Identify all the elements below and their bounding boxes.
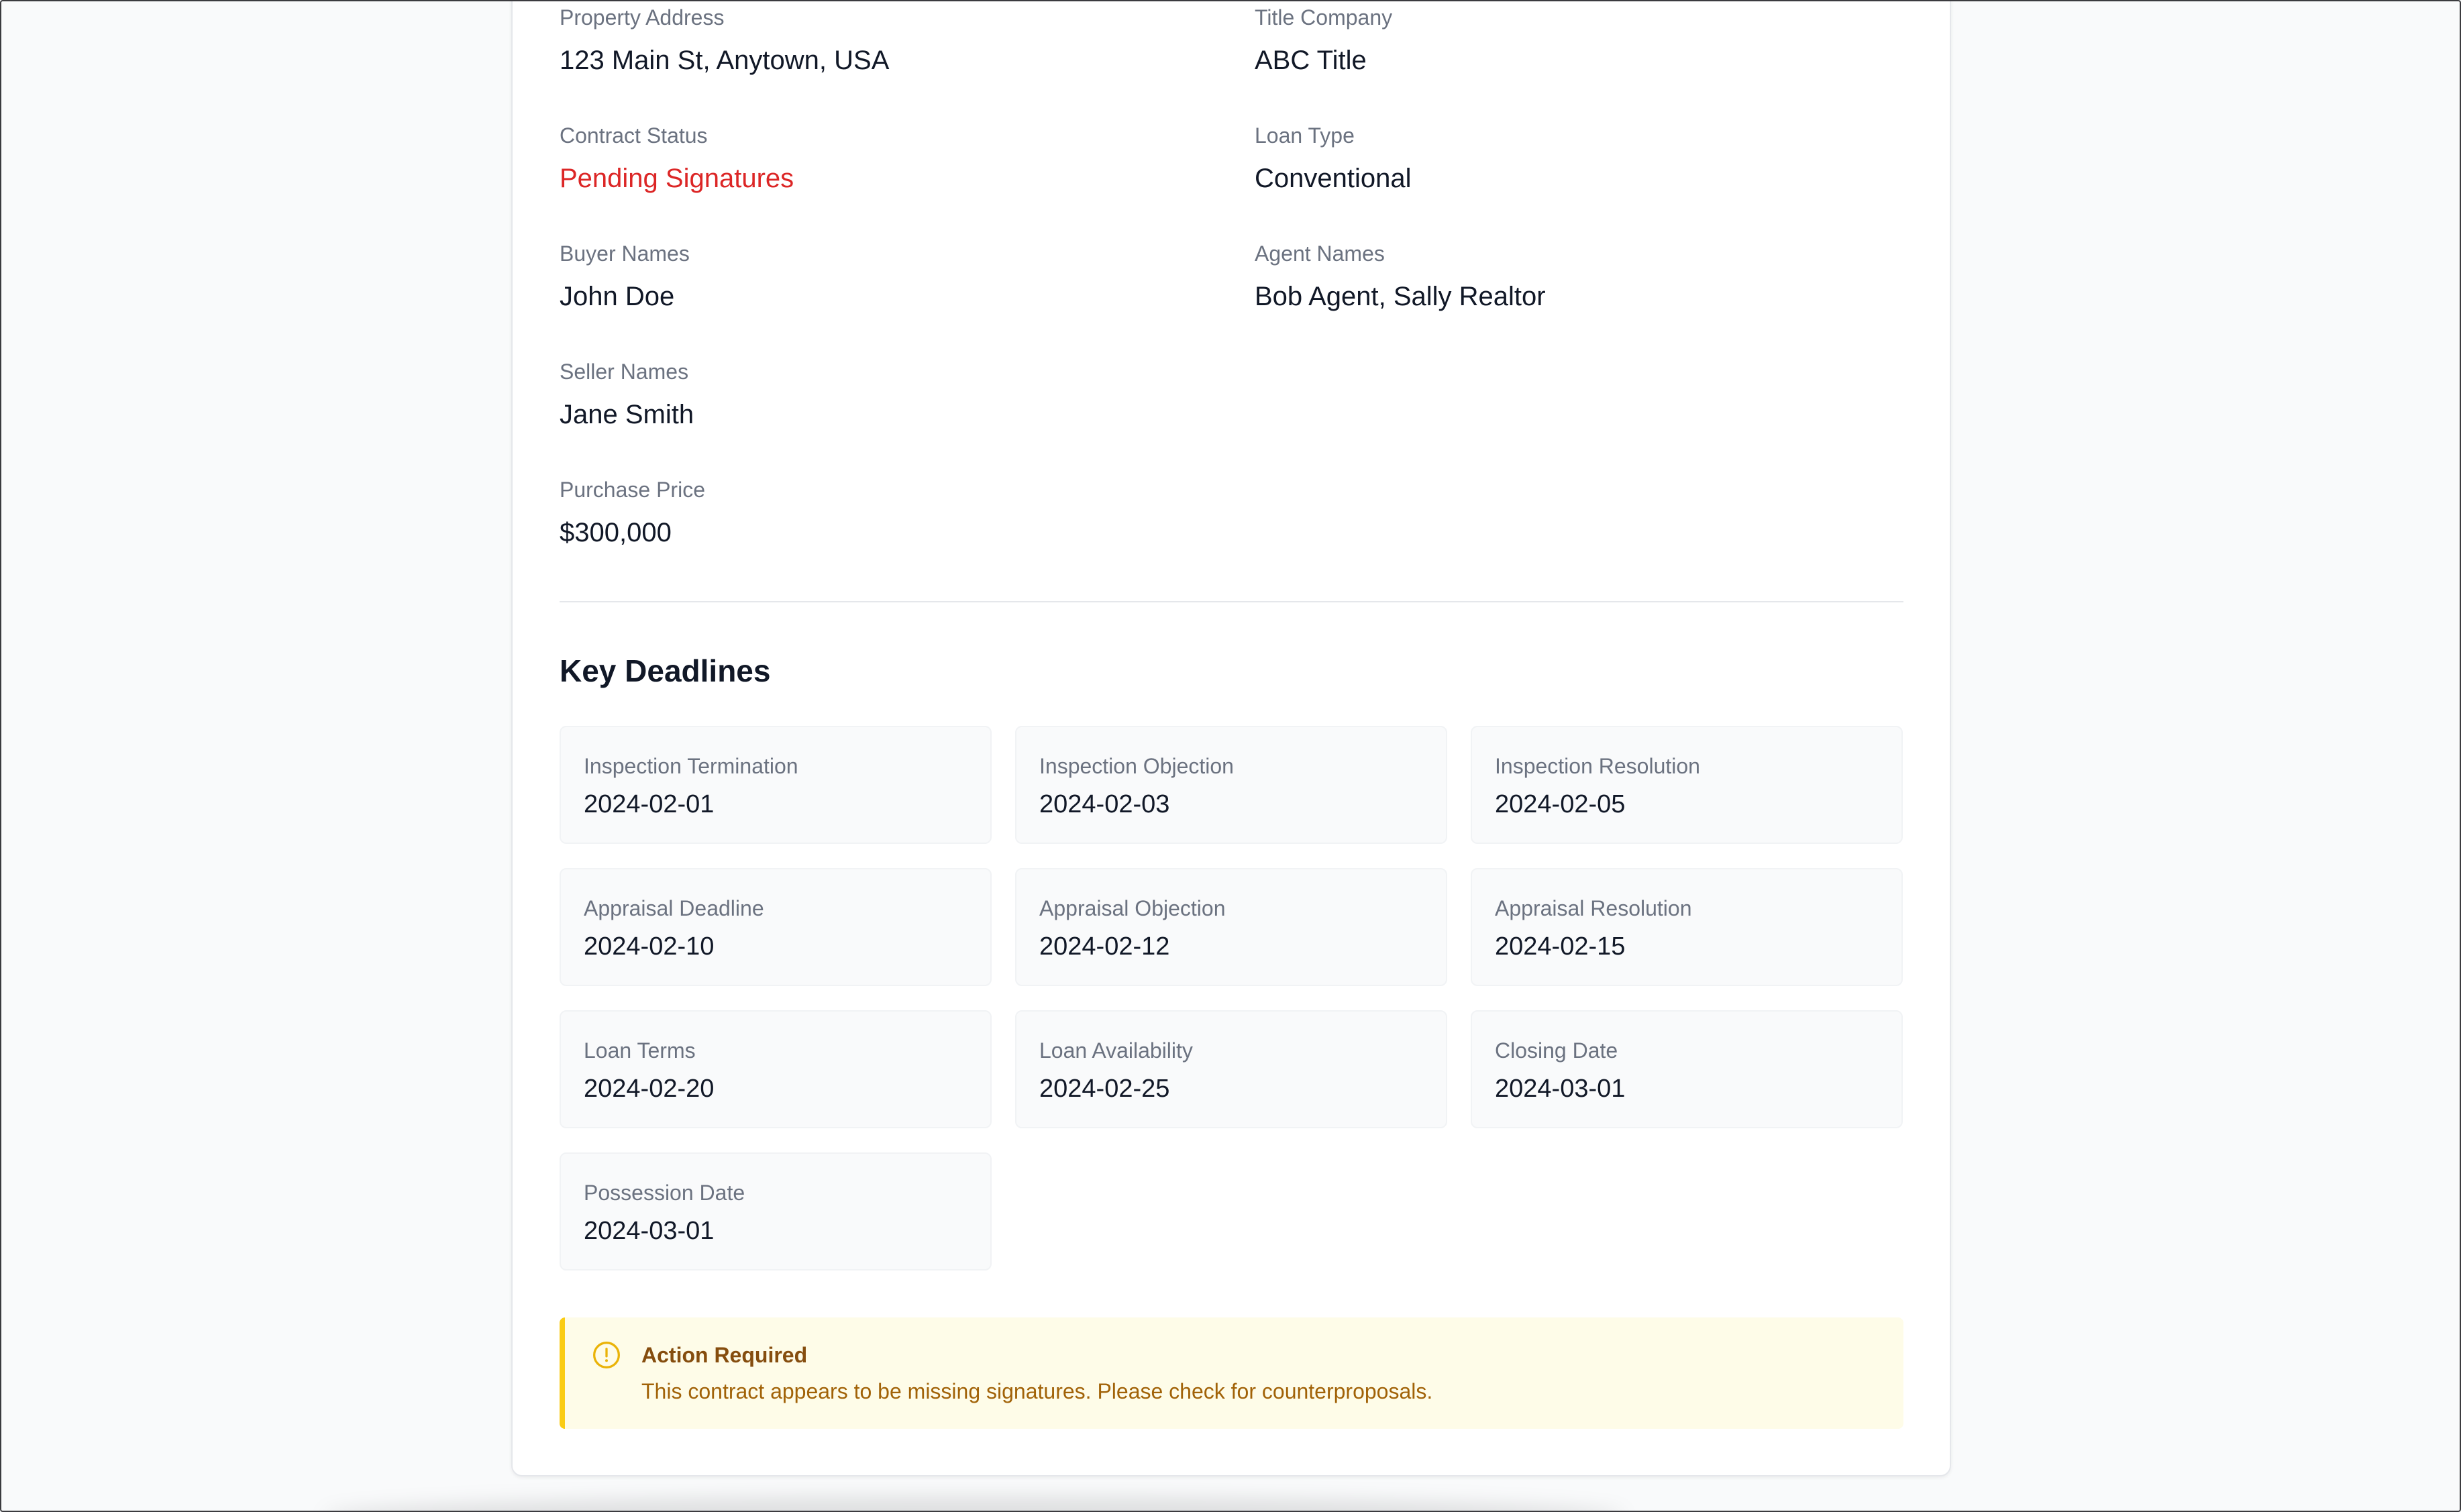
property-address-field: Property Address 123 Main St, Anytown, U… [560, 4, 1230, 76]
contract-status-label: Contract Status [560, 123, 708, 148]
deadline-label: Loan Availability [1039, 1038, 1193, 1063]
deadline-label: Loan Terms [584, 1038, 696, 1063]
buyer-names-field: Buyer Names John Doe [560, 240, 1230, 313]
deadline-date: 2024-02-20 [584, 1075, 715, 1103]
loan-type-field: Loan Type Conventional [1255, 122, 1926, 195]
purchase-price-field: Purchase Price $300,000 [560, 476, 1230, 549]
agent-names-field: Agent Names Bob Agent, Sally Realtor [1255, 240, 1926, 313]
deadline-card-inspection-resolution: Inspection Resolution 2024-02-05 [1471, 726, 1903, 844]
agent-names-value: Bob Agent, Sally Realtor [1255, 282, 1546, 311]
deadline-label: Possession Date [584, 1181, 745, 1205]
deadline-card-inspection-objection: Inspection Objection 2024-02-03 [1015, 726, 1447, 844]
deadline-date: 2024-02-15 [1495, 932, 1626, 961]
buyer-names-value: John Doe [560, 282, 675, 311]
deadline-label: Inspection Termination [584, 754, 798, 778]
deadline-date: 2024-02-05 [1495, 790, 1626, 818]
deadline-label: Appraisal Objection [1039, 896, 1226, 920]
deadline-card-possession-date: Possession Date 2024-03-01 [560, 1152, 992, 1271]
deadline-label: Closing Date [1495, 1038, 1618, 1063]
alert-message: This contract appears to be missing sign… [641, 1379, 1433, 1403]
deadline-card-inspection-termination: Inspection Termination 2024-02-01 [560, 726, 992, 844]
deadline-date: 2024-03-01 [1495, 1075, 1626, 1103]
deadline-label: Appraisal Resolution [1495, 896, 1692, 920]
property-address-label: Property Address [560, 5, 725, 30]
deadline-date: 2024-02-12 [1039, 932, 1170, 961]
overlay-shadow [323, 1496, 1625, 1511]
agent-names-label: Agent Names [1255, 241, 1385, 266]
deadline-label: Appraisal Deadline [584, 896, 764, 920]
title-company-value: ABC Title [1255, 46, 1367, 75]
title-company-field: Title Company ABC Title [1255, 4, 1926, 76]
deadline-card-appraisal-resolution: Appraisal Resolution 2024-02-15 [1471, 868, 1903, 986]
deadline-date: 2024-02-03 [1039, 790, 1170, 818]
seller-names-field: Seller Names Jane Smith [560, 358, 1230, 431]
deadline-date: 2024-02-25 [1039, 1075, 1170, 1103]
deadline-card-appraisal-deadline: Appraisal Deadline 2024-02-10 [560, 868, 992, 986]
deadline-card-loan-availability: Loan Availability 2024-02-25 [1015, 1010, 1447, 1128]
alert-circle-icon [593, 1342, 620, 1368]
loan-type-label: Loan Type [1255, 123, 1355, 148]
deadline-card-closing-date: Closing Date 2024-03-01 [1471, 1010, 1903, 1128]
contract-status-field: Contract Status Pending Signatures [560, 122, 1230, 195]
deadline-date: 2024-02-10 [584, 932, 715, 961]
section-divider [560, 601, 1903, 602]
seller-names-value: Jane Smith [560, 400, 694, 429]
loan-type-value: Conventional [1255, 164, 1412, 193]
deadline-date: 2024-02-01 [584, 790, 715, 818]
purchase-price-value: $300,000 [560, 518, 672, 547]
deadline-label: Inspection Resolution [1495, 754, 1700, 778]
deadline-card-appraisal-objection: Appraisal Objection 2024-02-12 [1015, 868, 1447, 986]
title-company-label: Title Company [1255, 5, 1393, 30]
buyer-names-label: Buyer Names [560, 241, 690, 266]
property-address-value: 123 Main St, Anytown, USA [560, 46, 890, 75]
deadlines-grid: Inspection Termination 2024-02-01 Inspec… [560, 726, 1903, 1271]
alert-title: Action Required [641, 1343, 808, 1367]
purchase-price-label: Purchase Price [560, 478, 705, 502]
browser-viewport: Property Address 123 Main St, Anytown, U… [0, 0, 2461, 1512]
contract-status-value: Pending Signatures [560, 164, 794, 193]
deadline-date: 2024-03-01 [584, 1217, 715, 1245]
key-deadlines-heading: Key Deadlines [560, 653, 771, 688]
seller-names-label: Seller Names [560, 360, 689, 384]
deadline-card-loan-terms: Loan Terms 2024-02-20 [560, 1010, 992, 1128]
deadline-label: Inspection Objection [1039, 754, 1234, 778]
action-required-alert: Action Required This contract appears to… [560, 1317, 1903, 1429]
